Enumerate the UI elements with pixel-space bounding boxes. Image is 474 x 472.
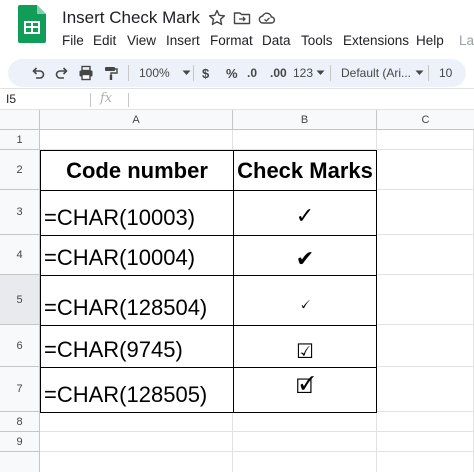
toolbar-divider — [330, 65, 331, 81]
column-header-c[interactable]: C — [377, 110, 474, 130]
menu-last-edit[interactable]: La — [459, 33, 474, 48]
cell-c6[interactable] — [377, 325, 474, 367]
formula-divider — [90, 93, 91, 107]
toolbar-divider — [128, 65, 129, 81]
toolbar: 100% $ % .0 .00 123 Default (Ari... 10 — [8, 59, 466, 87]
chevron-down-icon — [182, 70, 191, 75]
undo-icon[interactable] — [30, 64, 46, 82]
cell-c10[interactable] — [377, 452, 474, 472]
cell-a9[interactable] — [40, 432, 233, 452]
decrease-decimal-label: .0 — [247, 66, 258, 80]
formula-divider — [128, 93, 129, 107]
table-cell-check-mark[interactable]: ✓ — [233, 190, 377, 236]
cell-c9[interactable] — [377, 432, 474, 452]
cell-c1[interactable] — [377, 130, 474, 150]
row-header-9[interactable]: 9 — [0, 432, 40, 452]
column-header-b[interactable]: B — [233, 110, 377, 130]
row-header-2[interactable]: 2 — [0, 150, 40, 190]
cloud-status-icon[interactable] — [258, 9, 276, 27]
fx-icon: fx — [100, 91, 113, 106]
formula-bar: I5 fx — [0, 88, 474, 110]
menu-insert[interactable]: Insert — [166, 33, 200, 48]
decrease-decimal-button[interactable]: .0 — [247, 64, 257, 82]
menu-extensions[interactable]: Extensions — [343, 33, 409, 48]
table-header-code-number[interactable]: Code number — [40, 150, 234, 191]
spreadsheet-grid: A B C 1 2 3 4 5 6 7 8 9 Code number Chec… — [0, 110, 474, 472]
column-header-a[interactable]: A — [40, 110, 233, 130]
menu-tools[interactable]: Tools — [301, 33, 333, 48]
row-header-3[interactable]: 3 — [0, 190, 40, 235]
row-header-7[interactable]: 7 — [0, 367, 40, 412]
font-select[interactable]: Default (Ari... — [341, 64, 424, 82]
increase-decimal-button[interactable]: .00 — [270, 64, 287, 82]
more-formats-label: 123 — [293, 66, 314, 80]
cell-a1[interactable] — [40, 130, 233, 150]
more-formats-select[interactable]: 123 — [293, 64, 325, 82]
chevron-down-icon — [316, 70, 325, 75]
row-header-1[interactable]: 1 — [0, 130, 40, 150]
title-bar: Insert Check Mark File Edit View Insert … — [0, 0, 474, 58]
zoom-value: 100% — [139, 66, 170, 80]
percent-format-button[interactable]: % — [226, 64, 238, 82]
toolbar-divider — [428, 65, 429, 81]
row-header-4[interactable]: 4 — [0, 235, 40, 275]
cell-a8[interactable] — [40, 412, 233, 432]
menu-data[interactable]: Data — [262, 33, 291, 48]
font-value: Default (Ari... — [341, 66, 412, 80]
cell-c8[interactable] — [377, 412, 474, 432]
row-header-8[interactable]: 8 — [0, 412, 40, 432]
font-size-input[interactable]: 10 — [439, 64, 452, 82]
name-box[interactable]: I5 — [6, 92, 16, 106]
menu-format[interactable]: Format — [210, 33, 253, 48]
table-cell-check-mark[interactable]: ✔ — [233, 235, 377, 276]
currency-format-button[interactable]: $ — [202, 64, 209, 82]
cell-b8[interactable] — [233, 412, 377, 432]
redo-icon[interactable] — [54, 64, 70, 82]
cell-c3[interactable] — [377, 190, 474, 235]
cell-a10[interactable] — [40, 452, 233, 472]
table-cell-check-mark[interactable]: ☑ — [233, 325, 377, 368]
cell-c2[interactable] — [377, 150, 474, 190]
menu-file[interactable]: File — [62, 33, 84, 48]
table-header-check-marks[interactable]: Check Marks — [233, 150, 377, 191]
toolbar-divider — [193, 65, 194, 81]
menu-view[interactable]: View — [127, 33, 156, 48]
table-cell-code[interactable]: =CHAR(10003) — [40, 190, 234, 236]
cell-b1[interactable] — [233, 130, 377, 150]
spreadsheet-window: Insert Check Mark File Edit View Insert … — [0, 0, 474, 472]
table-cell-code[interactable]: =CHAR(9745) — [40, 325, 234, 368]
table-cell-check-mark[interactable]: 🗸 — [233, 275, 377, 326]
move-to-folder-icon[interactable] — [233, 9, 251, 27]
paint-format-icon[interactable] — [103, 64, 119, 82]
row-header-10[interactable] — [0, 452, 40, 472]
document-title[interactable]: Insert Check Mark — [62, 8, 200, 28]
table-cell-code[interactable]: =CHAR(128504) — [40, 275, 234, 326]
cell-c4[interactable] — [377, 235, 474, 275]
select-all-corner[interactable] — [0, 110, 40, 130]
cell-b10[interactable] — [233, 452, 377, 472]
cell-c7[interactable] — [377, 367, 474, 412]
star-icon[interactable] — [208, 9, 226, 27]
print-icon[interactable] — [78, 64, 94, 82]
row-header-5[interactable]: 5 — [0, 275, 40, 325]
table-cell-check-mark[interactable]: 🗹 — [233, 367, 377, 413]
sheets-logo-icon[interactable] — [18, 5, 46, 43]
table-cell-code[interactable]: =CHAR(128505) — [40, 367, 234, 413]
table-cell-code[interactable]: =CHAR(10004) — [40, 235, 234, 276]
menu-edit[interactable]: Edit — [93, 33, 116, 48]
menu-help[interactable]: Help — [416, 33, 444, 48]
cell-b9[interactable] — [233, 432, 377, 452]
cell-c5[interactable] — [377, 275, 474, 325]
row-header-6[interactable]: 6 — [0, 325, 40, 367]
increase-decimal-label: .00 — [270, 66, 287, 80]
chevron-down-icon — [415, 70, 424, 75]
zoom-select[interactable]: 100% — [139, 64, 191, 82]
